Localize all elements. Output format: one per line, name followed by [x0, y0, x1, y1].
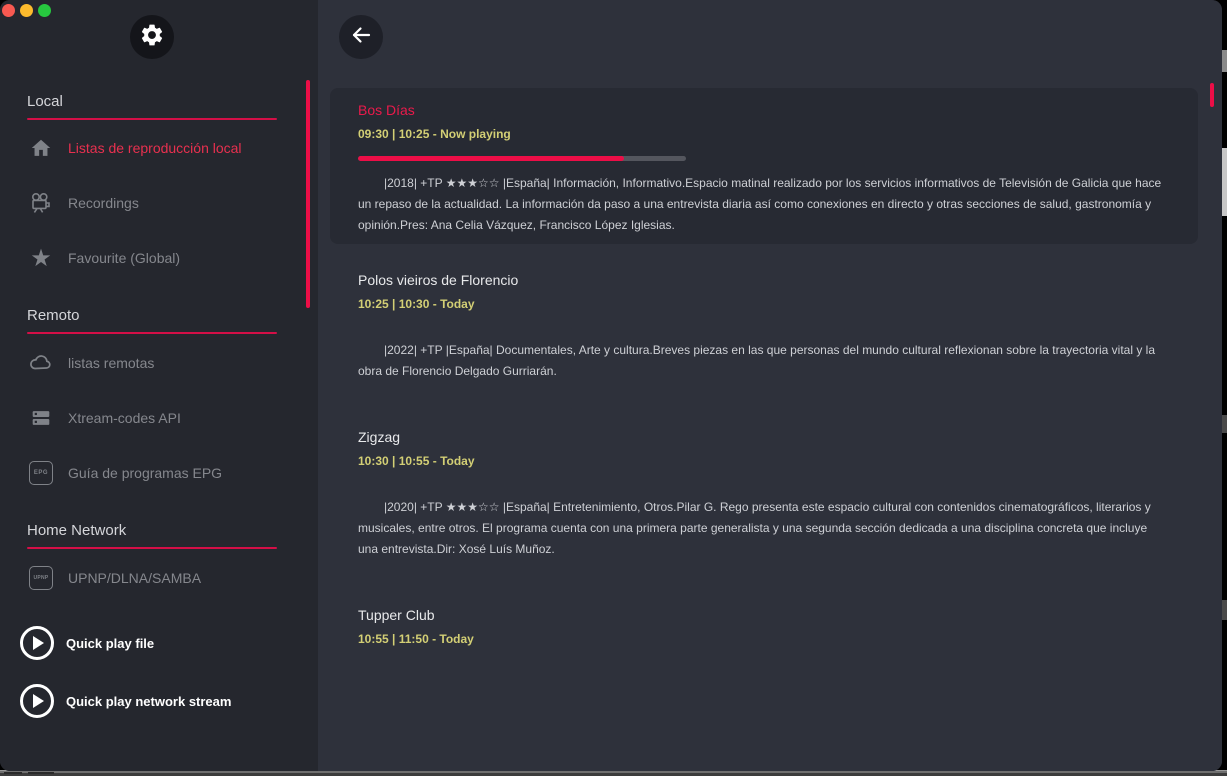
background-fragment — [1222, 415, 1227, 433]
close-window-button[interactable] — [2, 4, 15, 17]
sidebar-item-label: UPNP/DLNA/SAMBA — [68, 570, 201, 586]
quick-play-file-button[interactable]: Quick play file — [20, 626, 154, 660]
cloud-icon — [28, 350, 54, 376]
epg-program-list[interactable]: Bos Días 09:30 | 10:25 - Now playing |20… — [330, 88, 1198, 680]
quick-action-label: Quick play file — [66, 636, 154, 651]
program-time: 10:30 | 10:55 - Today — [358, 453, 1170, 469]
sidebar-item-label: Guía de programas EPG — [68, 465, 222, 481]
home-icon — [28, 135, 54, 161]
background-fragment — [28, 772, 54, 774]
background-fragment — [4, 772, 22, 774]
epg-scrollbar-thumb[interactable] — [1210, 83, 1214, 107]
sidebar-item-label: listas remotas — [68, 355, 154, 371]
section-title: Home Network — [27, 521, 277, 541]
background-fragment — [1222, 600, 1227, 620]
progress-bar — [358, 156, 686, 161]
app-window: Local Listas de reproducción local Re — [0, 0, 1222, 771]
settings-button[interactable] — [130, 15, 174, 59]
sidebar-item-label: Recordings — [68, 195, 139, 211]
sidebar-section-home-network: Home Network — [27, 521, 277, 549]
arrow-left-icon — [348, 22, 374, 53]
program-title: Tupper Club — [358, 605, 1170, 625]
play-circle-icon — [20, 626, 54, 660]
program-description: |2021| +TP ★★★☆☆ |España| Ocio y Aficion… — [358, 675, 1170, 680]
program-title: Zigzag — [358, 427, 1170, 447]
upnp-badge-icon: UPNP — [28, 565, 54, 591]
play-circle-icon — [20, 684, 54, 718]
section-underline — [27, 332, 277, 334]
program-time: 09:30 | 10:25 - Now playing — [358, 126, 1170, 142]
sidebar-item-xtream-codes[interactable]: Xtream-codes API — [28, 403, 181, 433]
sidebar-item-local-playlists[interactable]: Listas de reproducción local — [28, 133, 242, 163]
epg-entry-now-playing[interactable]: Bos Días 09:30 | 10:25 - Now playing |20… — [330, 88, 1198, 244]
program-title: Polos vieiros de Florencio — [358, 270, 1170, 290]
epg-panel: Bos Días 09:30 | 10:25 - Now playing |20… — [318, 0, 1222, 771]
sidebar-item-label: Favourite (Global) — [68, 250, 180, 266]
sidebar-item-label: Listas de reproducción local — [68, 140, 242, 156]
progress-fill — [358, 156, 624, 161]
sidebar-item-favourite-global[interactable]: ★ Favourite (Global) — [28, 243, 180, 273]
sidebar-section-remoto: Remoto — [27, 306, 277, 334]
server-icon — [28, 405, 54, 431]
minimize-window-button[interactable] — [20, 4, 33, 17]
quick-play-network-stream-button[interactable]: Quick play network stream — [20, 684, 231, 718]
sidebar-item-remote-lists[interactable]: listas remotas — [28, 348, 154, 378]
program-description: |2018| +TP ★★★☆☆ |España| Información, I… — [358, 173, 1170, 236]
gear-icon — [139, 22, 165, 53]
star-icon: ★ — [28, 245, 54, 271]
background-fragment — [1222, 50, 1227, 72]
epg-entry[interactable]: Tupper Club 10:55 | 11:50 - Today |2021|… — [330, 605, 1198, 680]
program-description: |2020| +TP ★★★☆☆ |España| Entretenimient… — [358, 497, 1170, 560]
desktop: Local Listas de reproducción local Re — [0, 0, 1227, 776]
zoom-window-button[interactable] — [38, 4, 51, 17]
epg-entry[interactable]: Zigzag 10:30 | 10:55 - Today |2020| +TP … — [330, 427, 1198, 560]
section-underline — [27, 547, 277, 549]
section-title: Local — [27, 92, 277, 112]
sidebar-scrollbar-thumb[interactable] — [306, 80, 310, 308]
epg-entry[interactable]: Polos vieiros de Florencio 10:25 | 10:30… — [330, 270, 1198, 382]
sidebar-item-recordings[interactable]: Recordings — [28, 188, 139, 218]
program-time: 10:55 | 11:50 - Today — [358, 631, 1170, 647]
program-description: |2022| +TP |España| Documentales, Arte y… — [358, 340, 1170, 382]
sidebar: Local Listas de reproducción local Re — [0, 0, 318, 771]
sidebar-section-local: Local — [27, 92, 277, 120]
program-title: Bos Días — [358, 100, 1170, 120]
sidebar-item-upnp-dlna-samba[interactable]: UPNP UPNP/DLNA/SAMBA — [28, 563, 201, 593]
epg-badge-icon: EPG — [28, 460, 54, 486]
movie-camera-icon — [28, 190, 54, 216]
back-button[interactable] — [339, 15, 383, 59]
sidebar-item-label: Xtream-codes API — [68, 410, 181, 426]
section-title: Remoto — [27, 306, 277, 326]
section-underline — [27, 118, 277, 120]
program-time: 10:25 | 10:30 - Today — [358, 296, 1170, 312]
quick-action-label: Quick play network stream — [66, 694, 231, 709]
background-fragment — [1222, 148, 1227, 216]
sidebar-item-epg-guide[interactable]: EPG Guía de programas EPG — [28, 458, 222, 488]
